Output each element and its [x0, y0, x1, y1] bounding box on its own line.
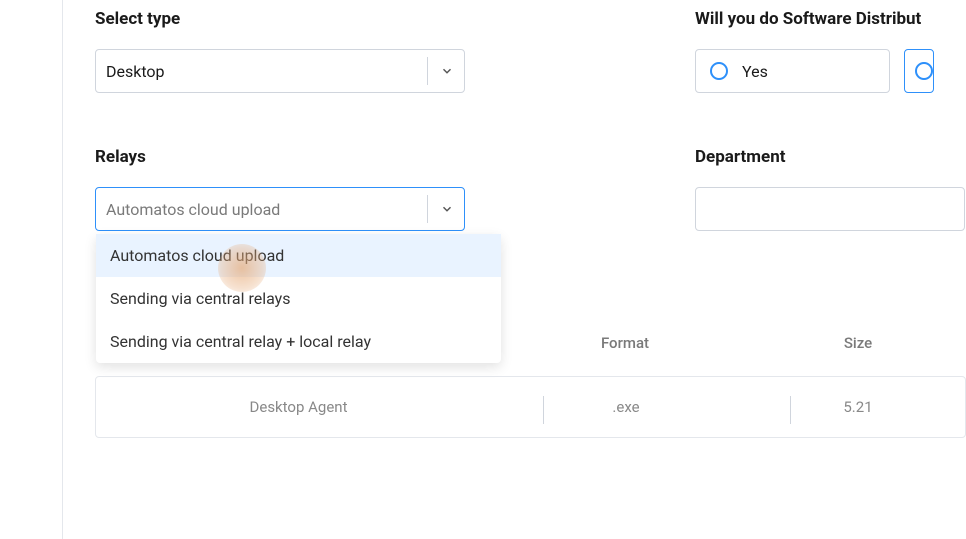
relays-dropdown[interactable]: Automatos cloud upload Automatos cloud u…	[95, 187, 465, 231]
cell-name: Desktop Agent	[96, 398, 501, 416]
chevron-down-icon	[440, 202, 454, 216]
yes-label: Yes	[742, 62, 768, 81]
relays-label: Relays	[95, 147, 695, 167]
select-divider	[427, 57, 428, 85]
col-header-size: Size	[750, 334, 966, 352]
cell-divider	[790, 396, 791, 424]
relays-placeholder: Automatos cloud upload	[106, 200, 415, 219]
panel-left-edge	[62, 0, 63, 539]
department-input[interactable]	[695, 187, 965, 231]
cell-size: 5.21	[751, 398, 965, 416]
relays-dropdown-menu: Automatos cloud upload Sending via centr…	[96, 234, 501, 363]
relays-divider	[427, 195, 428, 223]
dropdown-option-central-relays[interactable]: Sending via central relays	[96, 277, 501, 320]
yes-option[interactable]: Yes	[695, 49, 890, 93]
select-type-value: Desktop	[106, 62, 415, 81]
cell-format: .exe	[501, 398, 751, 416]
radio-icon	[710, 62, 728, 80]
chevron-down-icon	[440, 64, 454, 78]
secondary-option[interactable]	[904, 49, 934, 93]
select-type-label: Select type	[95, 9, 695, 29]
select-type-dropdown[interactable]: Desktop	[95, 49, 465, 93]
table-row: Desktop Agent .exe 5.21	[95, 376, 966, 438]
col-header-format: Format	[500, 334, 750, 352]
dropdown-option-cloud-upload[interactable]: Automatos cloud upload	[96, 234, 501, 277]
department-label: Department	[695, 147, 966, 167]
radio-icon	[915, 62, 933, 80]
dropdown-option-central-local-relay[interactable]: Sending via central relay + local relay	[96, 320, 501, 363]
software-distribution-label: Will you do Software Distribut	[695, 9, 966, 29]
